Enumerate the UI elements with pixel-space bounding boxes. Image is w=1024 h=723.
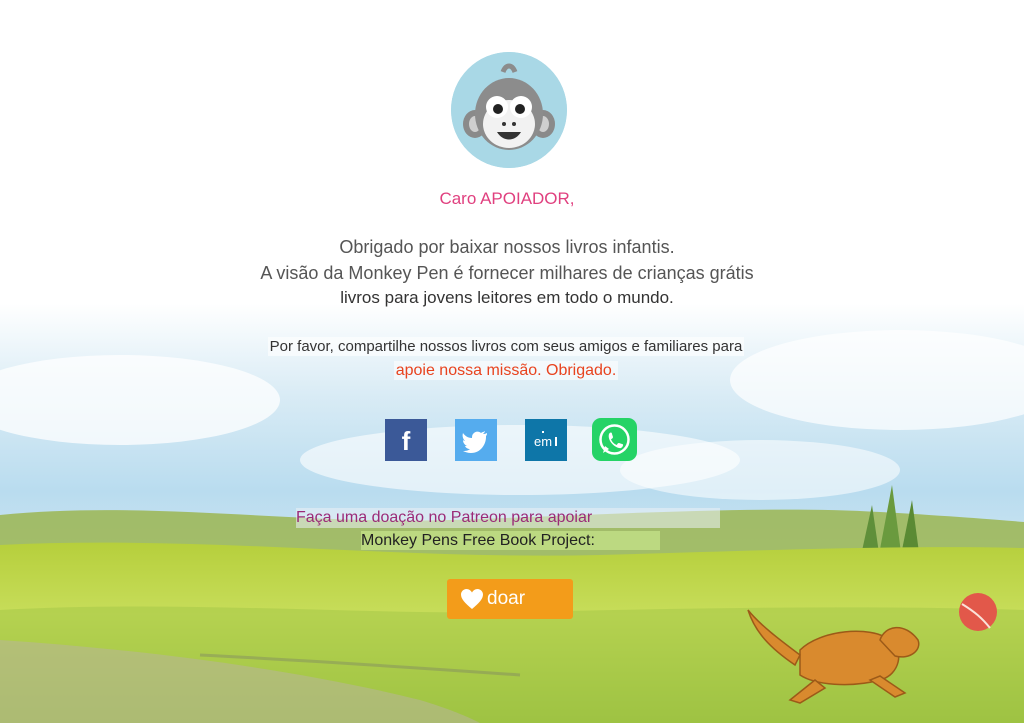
greeting-text: Caro APOIADOR, bbox=[439, 189, 575, 208]
patreon-donation-text: Faça uma doação no Patreon para apoiar bbox=[296, 508, 720, 528]
mission-text: apoie nossa missão. Obrigado. bbox=[393, 361, 619, 380]
twitter-share-button[interactable] bbox=[455, 419, 497, 461]
vision-text: A visão da Monkey Pen é fornecer milhare… bbox=[260, 263, 754, 283]
linkedin-icon: em bbox=[534, 431, 557, 449]
twitter-icon bbox=[462, 431, 487, 453]
donate-button[interactable]: doar bbox=[447, 579, 573, 619]
svg-text:em: em bbox=[534, 434, 552, 449]
svg-text:f: f bbox=[402, 426, 411, 456]
monkey-pen-logo bbox=[451, 52, 567, 168]
project-name-text: Monkey Pens Free Book Project: bbox=[361, 531, 660, 550]
donate-button-label: doar bbox=[487, 588, 526, 609]
facebook-share-button[interactable]: f bbox=[385, 419, 427, 461]
whatsapp-share-button[interactable] bbox=[592, 418, 637, 461]
linkedin-share-button[interactable]: em bbox=[525, 419, 567, 461]
thank-you-text: Obrigado por baixar nossos livros infant… bbox=[339, 237, 675, 257]
facebook-icon: f bbox=[402, 426, 411, 456]
heart-icon bbox=[460, 588, 484, 610]
vision-text-continued: livros para jovens leitores em todo o mu… bbox=[340, 288, 674, 307]
whatsapp-icon bbox=[592, 418, 637, 461]
share-request-text: Por favor, compartilhe nossos livros com… bbox=[267, 337, 745, 356]
